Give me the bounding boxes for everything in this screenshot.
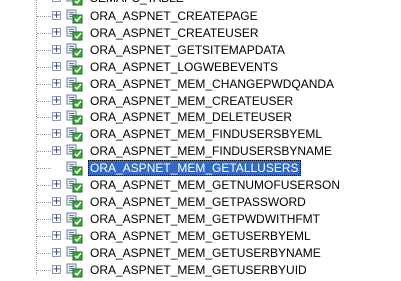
- expand-icon[interactable]: +: [52, 96, 61, 106]
- tree-branch-line: [37, 236, 51, 237]
- tree-branch-line: [37, 117, 51, 118]
- tree-branch-line: [37, 101, 51, 102]
- tree-branch-line: [37, 168, 51, 169]
- tree-item[interactable]: + ORA_ASPNET_MEM_FINDUSERSBYEML: [0, 126, 401, 143]
- expand-icon[interactable]: +: [52, 265, 61, 275]
- expand-icon[interactable]: +: [52, 11, 61, 21]
- expand-icon[interactable]: +: [52, 197, 61, 207]
- tree-branch-line: [37, 50, 51, 51]
- tree-item-label[interactable]: ORA_ASPNET_CREATEUSER: [88, 25, 261, 41]
- procedure-icon: [66, 42, 84, 58]
- tree-item-label[interactable]: ORA_ASPNET_MEM_DELETEUSER: [88, 109, 294, 125]
- tree-item-label[interactable]: ORA_ASPNET_GETSITEMAPDATA: [88, 42, 287, 58]
- expand-icon[interactable]: +: [52, 214, 61, 224]
- procedure-icon: [66, 245, 84, 261]
- expand-icon[interactable]: +: [52, 248, 61, 258]
- tree-item[interactable]: + ORA_ASPNET_MEM_CREATEUSER: [0, 93, 401, 110]
- tree-item-label[interactable]: ORA_ASPNET_MEM_CREATEUSER: [88, 93, 295, 109]
- procedure-icon: [66, 109, 84, 125]
- tree-item[interactable]: + ORA_ASPNET_MEM_GETUSERBYNAME: [0, 245, 401, 262]
- tree-branch-line: [37, 253, 51, 254]
- expand-icon[interactable]: +: [52, 62, 61, 72]
- tree-branch-line: [37, 33, 51, 34]
- expand-icon[interactable]: +: [52, 180, 61, 190]
- expand-icon[interactable]: +: [52, 112, 61, 122]
- expand-icon[interactable]: +: [52, 79, 61, 89]
- tree-branch-line: [37, 270, 51, 271]
- procedure-icon: [66, 126, 84, 142]
- tree-item[interactable]: + ORA_ASPNET_MEM_GETUSERBYEML: [0, 228, 401, 245]
- tree-item[interactable]: + ORA_ASPNET_LOGWEBEVENTS: [0, 59, 401, 76]
- tree-branch-line: [37, 134, 51, 135]
- tree-item[interactable]: ORA_ASPNET_MEM_GETALLUSERS: [0, 160, 401, 177]
- procedure-icon: [66, 143, 84, 159]
- tree-item[interactable]: + ORA_ASPNET_MEM_GETPWDWITHFMT: [0, 211, 401, 228]
- tree-branch-line: [37, 16, 51, 17]
- procedure-icon: [66, 76, 84, 92]
- tree-item[interactable]: + ORA_ASPNET_MEM_GETPASSWORD: [0, 194, 401, 211]
- tree-branch-line: [37, 202, 51, 203]
- tree-item[interactable]: + ORA_ASPNET_MEM_CHANGEPWDQANDA: [0, 76, 401, 93]
- tree-item[interactable]: + ORA_ASPNET_CREATEPAGE: [0, 8, 401, 25]
- tree-item-label[interactable]: ORA_ASPNET_MEM_GETALLUSERS: [88, 160, 301, 176]
- tree-item-label[interactable]: ORA_ASPNET_MEM_GETPASSWORD: [88, 194, 308, 210]
- object-tree: + SEMAPS_TABLE + ORA_ASPNET_CREATEPAGE + ORA_…: [0, 0, 401, 278]
- expand-icon[interactable]: +: [52, 28, 61, 38]
- expand-icon[interactable]: +: [52, 45, 61, 55]
- procedure-icon: [66, 194, 84, 210]
- tree-item-label[interactable]: ORA_ASPNET_MEM_FINDUSERSBYNAME: [88, 143, 334, 159]
- procedure-icon: [66, 93, 84, 109]
- procedure-icon: [66, 0, 84, 6]
- procedure-icon: [66, 228, 84, 244]
- tree-item[interactable]: + ORA_ASPNET_MEM_GETNUMOFUSERSON: [0, 177, 401, 194]
- tree-item-label[interactable]: ORA_ASPNET_MEM_CHANGEPWDQANDA: [88, 76, 336, 92]
- tree-item-label[interactable]: ORA_ASPNET_MEM_GETUSERBYUID: [88, 262, 309, 278]
- expand-icon[interactable]: +: [52, 0, 61, 3]
- tree-item-label[interactable]: ORA_ASPNET_LOGWEBEVENTS: [88, 59, 280, 75]
- procedure-icon: [66, 262, 84, 278]
- tree-item[interactable]: + ORA_ASPNET_MEM_DELETEUSER: [0, 109, 401, 126]
- tree-item[interactable]: + ORA_ASPNET_GETSITEMAPDATA: [0, 42, 401, 59]
- tree-branch-line: [37, 185, 51, 186]
- procedure-icon: [66, 160, 84, 176]
- procedure-icon: [66, 25, 84, 41]
- expand-icon[interactable]: +: [52, 231, 61, 241]
- tree-item[interactable]: + SEMAPS_TABLE: [0, 0, 401, 7]
- tree-item-label[interactable]: ORA_ASPNET_CREATEPAGE: [88, 8, 260, 24]
- procedure-icon: [66, 8, 84, 24]
- tree-item-label[interactable]: ORA_ASPNET_MEM_FINDUSERSBYEML: [88, 126, 324, 142]
- tree-item[interactable]: + ORA_ASPNET_CREATEUSER: [0, 25, 401, 42]
- tree-item-label[interactable]: ORA_ASPNET_MEM_GETNUMOFUSERSON: [88, 177, 342, 193]
- tree-branch-line: [37, 67, 51, 68]
- expand-icon[interactable]: +: [52, 129, 61, 139]
- procedure-icon: [66, 177, 84, 193]
- tree-branch-line: [37, 151, 51, 152]
- procedure-icon: [66, 59, 84, 75]
- tree-item[interactable]: + ORA_ASPNET_MEM_FINDUSERSBYNAME: [0, 143, 401, 160]
- tree-item-label[interactable]: ORA_ASPNET_MEM_GETUSERBYNAME: [88, 245, 323, 261]
- expand-icon[interactable]: +: [52, 146, 61, 156]
- procedure-icon: [66, 211, 84, 227]
- tree-item-label[interactable]: SEMAPS_TABLE: [88, 0, 186, 6]
- tree-item-label[interactable]: ORA_ASPNET_MEM_GETUSERBYEML: [88, 228, 313, 244]
- tree-item-label[interactable]: ORA_ASPNET_MEM_GETPWDWITHFMT: [88, 211, 322, 227]
- tree-branch-line: [37, 84, 51, 85]
- tree-item[interactable]: + ORA_ASPNET_MEM_GETUSERBYUID: [0, 262, 401, 279]
- tree-branch-line: [37, 219, 51, 220]
